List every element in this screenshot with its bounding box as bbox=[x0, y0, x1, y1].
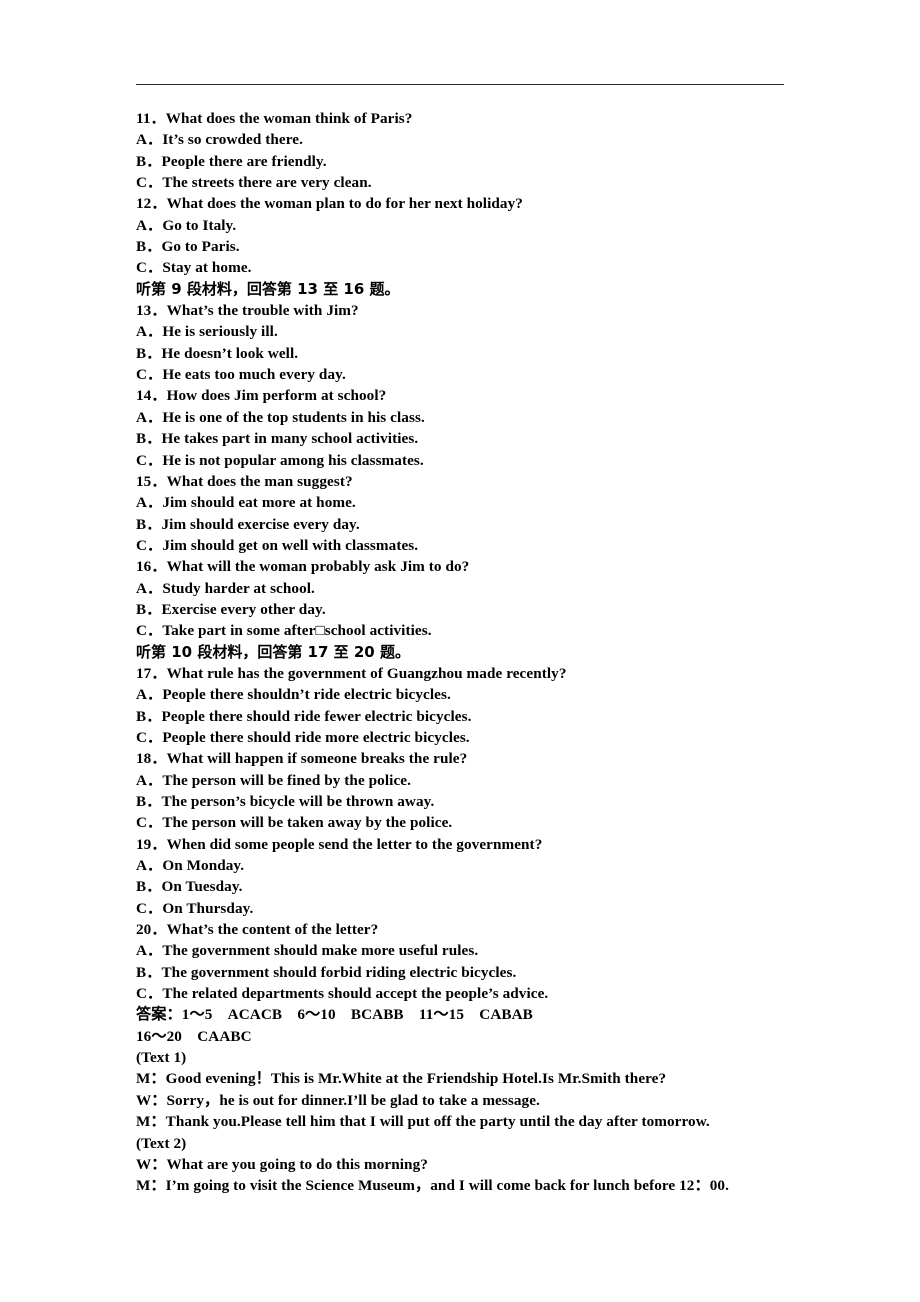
text-line-q12c: C．Stay at home. bbox=[136, 259, 252, 277]
text-line-q14b: B．He takes part in many school activitie… bbox=[136, 430, 419, 448]
text-line-q17: 17．What rule has the government of Guang… bbox=[136, 664, 567, 682]
text-line-q16c: C．Take part in some after□school activit… bbox=[136, 622, 432, 640]
text-line-q17a: A．People there shouldn’t ride electric b… bbox=[136, 686, 451, 704]
text-line-text1-m2: M：Thank you.Please tell him that I will … bbox=[136, 1113, 710, 1131]
text-line-q13c: C．He eats too much every day. bbox=[136, 366, 346, 384]
text-line-text1-m1: M：Good evening！This is Mr.White at the F… bbox=[136, 1070, 667, 1088]
text-line-q13a: A．He is seriously ill. bbox=[136, 323, 278, 341]
text-line-q20a: A．The government should make more useful… bbox=[136, 942, 479, 960]
text-line-q12: 12．What does the woman plan to do for he… bbox=[136, 195, 523, 213]
text-line-q18c: C．The person will be taken away by the p… bbox=[136, 814, 453, 832]
text-line-answers-1: 答案：1～5 ACACB 6～10 BCABB 11～15 CABAB bbox=[136, 1006, 533, 1024]
text-line-q14a: A．He is one of the top students in his c… bbox=[136, 408, 425, 426]
text-line-q20c: C．The related departments should accept … bbox=[136, 985, 549, 1003]
text-line-q12b: B．Go to Paris. bbox=[136, 238, 240, 256]
text-line-q11a: A．It’s so crowded there. bbox=[136, 131, 303, 149]
exam-content-body: 11．What does the woman think of Paris? A．… bbox=[136, 108, 876, 1197]
text-line-q17b: B．People there should ride fewer electri… bbox=[136, 707, 472, 725]
text-line-text1-head: (Text 1) bbox=[136, 1049, 187, 1067]
text-line-q20: 20．What’s the content of the letter? bbox=[136, 921, 379, 939]
text-line-q15: 15．What does the man suggest? bbox=[136, 472, 353, 490]
text-line-q20b: B．The government should forbid riding el… bbox=[136, 963, 517, 981]
text-line-instr-9: 听第 9 段材料，回答第 13 至 16 题。 bbox=[136, 279, 400, 298]
text-line-q16b: B．Exercise every other day. bbox=[136, 600, 326, 618]
text-line-q16: 16．What will the woman probably ask Jim … bbox=[136, 558, 470, 576]
text-line-q17c: C．People there should ride more electric… bbox=[136, 728, 470, 746]
text-line-text2-w1: W：What are you going to do this morning? bbox=[136, 1155, 428, 1173]
text-line-q18a: A．The person will be fined by the police… bbox=[136, 771, 411, 789]
text-line-q13: 13．What’s the trouble with Jim? bbox=[136, 302, 359, 320]
text-line-q12a: A．Go to Italy. bbox=[136, 216, 237, 234]
document-page: 11．What does the woman think of Paris? A．… bbox=[0, 0, 920, 1302]
text-line-q11: 11．What does the woman think of Paris? bbox=[136, 110, 413, 127]
text-line-text2-head: (Text 2) bbox=[136, 1134, 187, 1152]
text-line-q15b: B．Jim should exercise every day. bbox=[136, 515, 360, 533]
page-header-rule bbox=[136, 84, 784, 85]
text-line-q13b: B．He doesn’t look well. bbox=[136, 344, 299, 362]
text-line-q11b: B．People there are friendly. bbox=[136, 152, 327, 170]
text-line-q19: 19．When did some people send the letter … bbox=[136, 835, 543, 853]
text-line-answers-2: 16～20 CAABC bbox=[136, 1027, 252, 1045]
text-line-q15c: C．Jim should get on well with classmates… bbox=[136, 536, 419, 554]
text-line-q11c: C．The streets there are very clean. bbox=[136, 174, 372, 192]
text-line-q16a: A．Study harder at school. bbox=[136, 579, 315, 597]
text-line-q19b: B．On Tuesday. bbox=[136, 878, 243, 896]
text-line-q14c: C．He is not popular among his classmates… bbox=[136, 451, 424, 469]
text-line-q18: 18．What will happen if someone breaks th… bbox=[136, 750, 468, 768]
text-line-text1-w1: W：Sorry，he is out for dinner.I’ll be gla… bbox=[136, 1091, 540, 1109]
text-line-q19a: A．On Monday. bbox=[136, 857, 245, 875]
text-line-q19c: C．On Thursday. bbox=[136, 899, 254, 917]
text-line-text2-m1: M：I’m going to visit the Science Museum，… bbox=[136, 1177, 729, 1195]
text-line-q14: 14．How does Jim perform at school? bbox=[136, 387, 387, 405]
text-line-q15a: A．Jim should eat more at home. bbox=[136, 494, 356, 512]
text-line-instr-10: 听第 10 段材料，回答第 17 至 20 题。 bbox=[136, 642, 410, 661]
text-line-q18b: B．The person’s bicycle will be thrown aw… bbox=[136, 793, 435, 810]
